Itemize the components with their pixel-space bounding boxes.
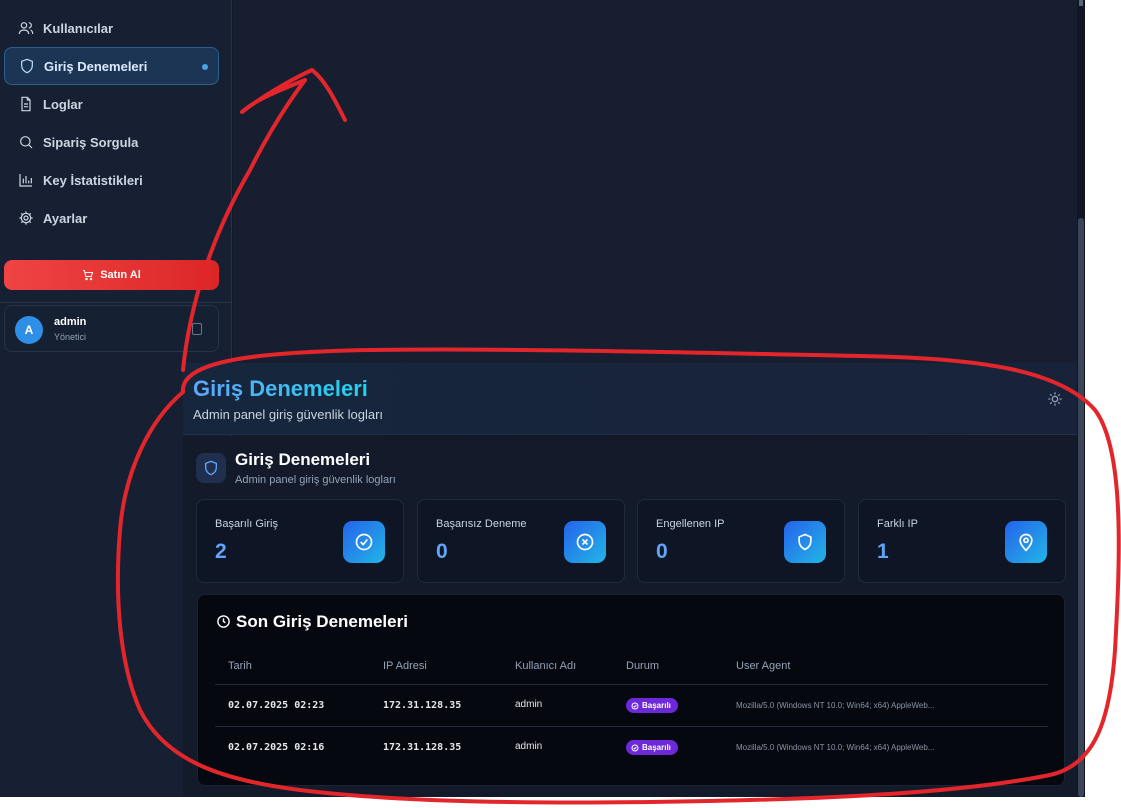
page-header: Giriş Denemeleri Admin panel giriş güven… — [183, 363, 1077, 435]
file-text-icon — [21, 96, 31, 112]
sidebar-item-users[interactable]: Kullanıcılar — [4, 9, 219, 47]
main-content: Giriş Denemeleri Admin panel giriş güven… — [183, 436, 1077, 797]
cell-date: 02.07.2025 02:23 — [228, 700, 325, 711]
users-icon — [18, 22, 34, 35]
user-role: Yönetici — [54, 332, 87, 342]
sidebar-item-order-query[interactable]: Sipariş Sorgula — [4, 123, 219, 161]
column-header: User Agent — [736, 660, 791, 672]
cell-user-agent: Mozilla/5.0 (Windows NT 10.0; Win64; x64… — [736, 701, 935, 710]
stat-label: Engellenen IP — [656, 518, 725, 530]
sidebar-item-label: Ayarlar — [43, 210, 88, 226]
status-badge: Başarılı — [626, 740, 678, 755]
sidebar-item-label: Giriş Denemeleri — [44, 58, 148, 74]
column-header: Tarih — [228, 660, 252, 672]
stat-value: 0 — [656, 540, 668, 563]
clock-icon — [217, 615, 230, 628]
column-header: Kullanıcı Adı — [515, 660, 577, 672]
buy-button[interactable]: Satın Al — [4, 260, 219, 290]
stat-card-blocked-ip: Engellenen IP 0 — [637, 499, 845, 583]
stat-card-failed: Başarısız Deneme 0 — [417, 499, 625, 583]
stat-card-distinct-ip: Farklı IP 1 — [858, 499, 1066, 583]
section-title: Giriş Denemeleri — [235, 450, 371, 469]
scrollbar-arrow[interactable] — [1079, 0, 1083, 6]
sidebar-item-label: Key İstatistikleri — [43, 172, 143, 188]
check-circle-icon — [343, 521, 385, 563]
section-subtitle: Admin panel giriş güvenlik logları — [235, 474, 396, 486]
stat-value: 0 — [436, 540, 448, 563]
cell-user-agent: Mozilla/5.0 (Windows NT 10.0; Win64; x64… — [736, 743, 935, 752]
login-attempts-table-card: Son Giriş Denemeleri Tarih IP Adresi Kul… — [197, 594, 1065, 786]
row-divider — [215, 726, 1048, 727]
cell-ip: 172.31.128.35 — [383, 742, 462, 753]
status-badge: Başarılı — [626, 698, 678, 713]
cell-date: 02.07.2025 02:16 — [228, 742, 325, 753]
active-indicator-dot — [202, 64, 208, 70]
avatar: A — [15, 316, 43, 344]
x-circle-icon — [564, 521, 606, 563]
table-title: Son Giriş Denemeleri — [236, 612, 408, 631]
stat-value: 2 — [215, 540, 227, 563]
row-divider — [215, 684, 1048, 685]
bar-chart-icon — [19, 174, 32, 187]
map-pin-icon — [1005, 521, 1047, 563]
sidebar-item-label: Kullanıcılar — [43, 20, 114, 36]
theme-toggle-icon[interactable] — [1047, 391, 1063, 407]
logout-icon[interactable] — [192, 323, 202, 335]
buy-button-label: Satın Al — [100, 269, 141, 281]
sidebar-item-label: Loglar — [43, 96, 83, 112]
gear-icon — [19, 211, 33, 225]
shield-icon — [21, 58, 33, 74]
stat-label: Farklı IP — [877, 518, 918, 530]
stat-label: Başarılı Giriş — [215, 518, 278, 530]
user-name: admin — [54, 316, 87, 328]
cart-icon — [83, 270, 94, 281]
column-header: Durum — [626, 660, 660, 672]
sidebar-item-logs[interactable]: Loglar — [4, 85, 219, 123]
page-subtitle: Admin panel giriş güvenlik logları — [193, 407, 384, 422]
search-icon — [20, 136, 33, 149]
sidebar-item-label: Sipariş Sorgula — [43, 134, 139, 150]
stat-value: 1 — [877, 540, 889, 563]
sidebar-item-key-stats[interactable]: Key İstatistikleri — [4, 161, 219, 199]
scrollbar-thumb[interactable] — [1078, 218, 1084, 797]
check-circle-icon — [631, 702, 639, 709]
cell-ip: 172.31.128.35 — [383, 700, 462, 711]
sidebar-divider — [0, 302, 232, 303]
status-text: Başarılı — [642, 743, 671, 752]
stat-label: Başarısız Deneme — [436, 518, 527, 530]
cell-username: admin — [515, 741, 543, 752]
section-shield-icon — [196, 453, 226, 483]
stat-card-successful: Başarılı Giriş 2 — [196, 499, 404, 583]
check-circle-icon — [631, 744, 639, 751]
cell-username: admin — [515, 699, 543, 710]
app-window: Kullanıcılar Giriş Denemeleri Loglar Sip… — [0, 0, 1085, 797]
column-header: IP Adresi — [383, 660, 427, 672]
page-title: Giriş Denemeleri — [193, 376, 368, 401]
shield-icon — [784, 521, 826, 563]
sidebar-item-settings[interactable]: Ayarlar — [4, 199, 219, 237]
main-empty-area — [233, 0, 1085, 363]
status-text: Başarılı — [642, 701, 671, 710]
sidebar-item-login-attempts[interactable]: Giriş Denemeleri — [4, 47, 219, 85]
user-card[interactable]: A admin Yönetici — [4, 305, 219, 352]
